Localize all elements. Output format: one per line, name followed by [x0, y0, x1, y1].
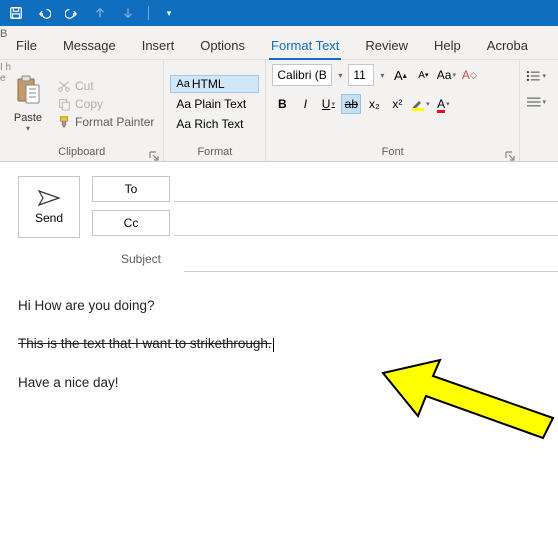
paste-icon	[15, 75, 41, 110]
change-case-button[interactable]: Aa▾	[436, 65, 456, 85]
clear-format-button[interactable]: A◇	[459, 65, 479, 85]
bullets-button[interactable]: ▾	[526, 66, 546, 86]
cc-field[interactable]	[174, 210, 558, 236]
font-color-button[interactable]: A▾	[433, 94, 453, 114]
paste-label: Paste	[14, 112, 42, 124]
italic-button[interactable]: I	[295, 94, 315, 114]
copy-label: Copy	[75, 97, 103, 111]
strikethrough-button[interactable]: ab	[341, 94, 361, 114]
rich-text-button[interactable]: Aa Rich Text	[170, 115, 259, 133]
highlight-button[interactable]: ▾	[410, 94, 430, 114]
message-body[interactable]: Hi How are you doing? This is the text t…	[0, 272, 558, 435]
html-format-button[interactable]: AaHTML	[170, 75, 259, 93]
subject-field[interactable]	[184, 246, 558, 272]
font-group-label: Font	[272, 144, 513, 159]
group-font: Calibri (B ▾ 11 ▾ A▴ A▾ Aa▾ A◇ B I U▾ ab…	[266, 60, 520, 161]
paste-button[interactable]: Paste ▾	[6, 64, 50, 144]
group-format: AaHTML Aa Plain Text Aa Rich Text Format	[164, 60, 266, 161]
tab-file[interactable]: File	[14, 32, 39, 59]
cc-button[interactable]: Cc	[92, 210, 170, 236]
font-name-value: Calibri (B	[277, 68, 326, 82]
compose-header: Send To Cc	[0, 162, 558, 238]
font-name-combo[interactable]: Calibri (B	[272, 64, 332, 86]
align-icon	[526, 96, 541, 108]
copy-icon	[57, 97, 71, 111]
scissors-icon	[57, 79, 71, 93]
clipboard-launcher[interactable]	[149, 148, 161, 160]
send-label: Send	[35, 211, 63, 225]
to-button[interactable]: To	[92, 176, 170, 202]
redo-icon[interactable]	[62, 3, 82, 23]
font-size-combo[interactable]: 11	[348, 64, 374, 86]
tab-message[interactable]: Message	[61, 32, 118, 59]
format-painter-button[interactable]: Format Painter	[54, 114, 157, 130]
send-icon	[37, 189, 61, 207]
down-arrow-icon[interactable]	[118, 3, 138, 23]
customize-qat-icon[interactable]: ▾	[159, 3, 179, 23]
cut-button[interactable]: Cut	[54, 78, 157, 94]
to-field[interactable]	[174, 176, 558, 202]
subscript-button[interactable]: x₂	[364, 94, 384, 114]
save-icon[interactable]	[6, 3, 26, 23]
bold-button[interactable]: B	[272, 94, 292, 114]
format-painter-label: Format Painter	[75, 115, 154, 129]
font-size-value: 11	[353, 68, 365, 82]
clipboard-group-label: Clipboard	[6, 144, 157, 159]
tab-format-text[interactable]: Format Text	[269, 32, 341, 59]
cut-label: Cut	[75, 79, 94, 93]
body-line-3: Have a nice day!	[18, 373, 540, 393]
tab-review[interactable]: Review	[363, 32, 410, 59]
tab-acrobat[interactable]: Acroba	[485, 32, 530, 59]
plain-text-button[interactable]: Aa Plain Text	[170, 95, 259, 113]
underline-button[interactable]: U▾	[318, 94, 338, 114]
tab-insert[interactable]: Insert	[140, 32, 177, 59]
body-line-2: This is the text that I want to striketh…	[18, 334, 540, 354]
body-line-1: Hi How are you doing?	[18, 296, 540, 316]
ribbon: Paste ▾ Cut Copy Format Painter Clipboar…	[0, 60, 558, 162]
group-clipboard: Paste ▾ Cut Copy Format Painter Clipboar…	[0, 60, 164, 161]
font-launcher[interactable]	[505, 148, 517, 160]
font-name-dropdown[interactable]: ▾	[335, 71, 345, 80]
format-group-label: Format	[170, 144, 259, 159]
tab-help[interactable]: Help	[432, 32, 463, 59]
align-button[interactable]: ▾	[526, 92, 546, 112]
separator	[148, 6, 149, 20]
up-arrow-icon[interactable]	[90, 3, 110, 23]
subject-row: Subject	[0, 246, 558, 272]
superscript-button[interactable]: x²	[387, 94, 407, 114]
ribbon-tabs: File Message Insert Options Format Text …	[0, 26, 558, 60]
quick-access-toolbar: ▾	[0, 0, 558, 26]
send-button[interactable]: Send	[18, 176, 80, 238]
truncated-edge: B	[0, 28, 7, 40]
chevron-down-icon: ▾	[26, 124, 30, 133]
strikethrough-text: This is the text that I want to striketh…	[18, 336, 272, 351]
bullets-icon	[526, 70, 541, 82]
undo-icon[interactable]	[34, 3, 54, 23]
copy-button[interactable]: Copy	[54, 96, 157, 112]
highlighter-icon	[411, 97, 425, 111]
tab-options[interactable]: Options	[198, 32, 247, 59]
font-size-dropdown[interactable]: ▾	[377, 71, 387, 80]
subject-label: Subject	[102, 252, 180, 266]
paintbrush-icon	[57, 115, 71, 129]
html-label: HTML	[192, 77, 225, 91]
shrink-font-button[interactable]: A▾	[413, 65, 433, 85]
grow-font-button[interactable]: A▴	[390, 65, 410, 85]
text-cursor	[273, 338, 274, 352]
group-paragraph-partial: ▾ ▾	[520, 60, 558, 161]
